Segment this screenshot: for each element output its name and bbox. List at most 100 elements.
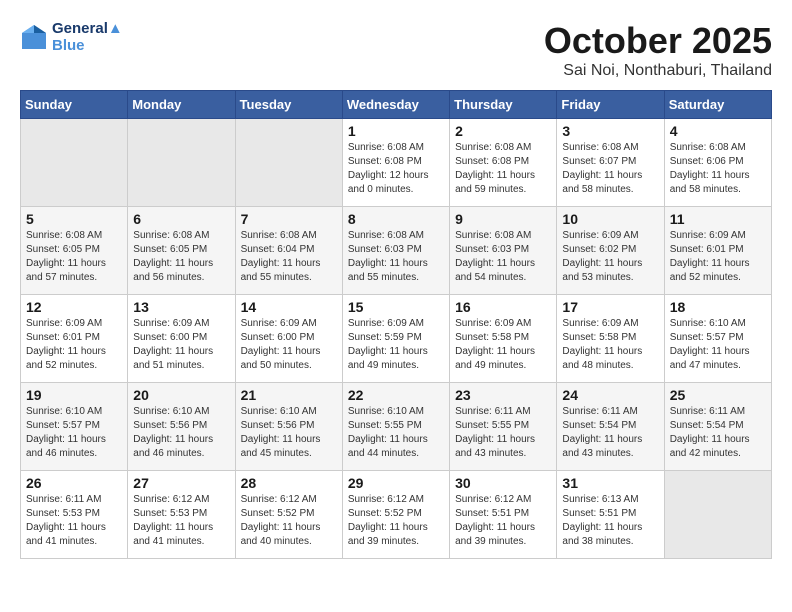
calendar-day-14: 14 Sunrise: 6:09 AM Sunset: 6:00 PM Dayli… (235, 295, 342, 383)
day-info: Sunrise: 6:10 AM Sunset: 5:55 PM Dayligh… (348, 405, 444, 461)
day-info: Sunrise: 6:12 AM Sunset: 5:52 PM Dayligh… (241, 493, 337, 549)
day-number: 3 (562, 123, 658, 139)
calendar-day-27: 27 Sunrise: 6:12 AM Sunset: 5:53 PM Dayli… (128, 471, 235, 559)
calendar-day-12: 12 Sunrise: 6:09 AM Sunset: 6:01 PM Dayli… (21, 295, 128, 383)
day-info: Sunrise: 6:11 AM Sunset: 5:53 PM Dayligh… (26, 493, 122, 549)
day-number: 6 (133, 211, 229, 227)
month-title: October 2025 (544, 20, 772, 62)
day-number: 17 (562, 299, 658, 315)
calendar-day-26: 26 Sunrise: 6:11 AM Sunset: 5:53 PM Dayli… (21, 471, 128, 559)
day-info: Sunrise: 6:08 AM Sunset: 6:06 PM Dayligh… (670, 141, 766, 197)
day-number: 29 (348, 475, 444, 491)
title-section: October 2025 Sai Noi, Nonthaburi, Thaila… (544, 20, 772, 80)
logo: General▲ Blue (20, 20, 123, 54)
calendar-day-8: 8Sunrise: 6:08 AM Sunset: 6:03 PM Daylig… (342, 207, 449, 295)
calendar-day-28: 28Sunrise: 6:12 AM Sunset: 5:52 PM Dayli… (235, 471, 342, 559)
calendar-week-row: 1 Sunrise: 6:08 AM Sunset: 6:08 PM Daylig… (21, 119, 772, 207)
day-info: Sunrise: 6:09 AM Sunset: 6:01 PM Dayligh… (670, 229, 766, 285)
day-info: Sunrise: 6:10 AM Sunset: 5:57 PM Dayligh… (26, 405, 122, 461)
day-number: 26 (26, 475, 122, 491)
location-subtitle: Sai Noi, Nonthaburi, Thailand (544, 62, 772, 80)
day-number: 21 (241, 387, 337, 403)
day-number: 23 (455, 387, 551, 403)
day-number: 18 (670, 299, 766, 315)
day-info: Sunrise: 6:09 AM Sunset: 6:01 PM Dayligh… (26, 317, 122, 373)
calendar-day-30: 30 Sunrise: 6:12 AM Sunset: 5:51 PM Dayli… (450, 471, 557, 559)
calendar-day-25: 25 Sunrise: 6:11 AM Sunset: 5:54 PM Dayli… (664, 383, 771, 471)
calendar-table: SundayMondayTuesdayWednesdayThursdayFrid… (20, 90, 772, 559)
day-info: Sunrise: 6:09 AM Sunset: 5:58 PM Dayligh… (455, 317, 551, 373)
day-number: 12 (26, 299, 122, 315)
day-info: Sunrise: 6:09 AM Sunset: 6:00 PM Dayligh… (133, 317, 229, 373)
weekday-header-tuesday: Tuesday (235, 91, 342, 119)
day-info: Sunrise: 6:08 AM Sunset: 6:04 PM Dayligh… (241, 229, 337, 285)
day-info: Sunrise: 6:08 AM Sunset: 6:05 PM Dayligh… (133, 229, 229, 285)
day-info: Sunrise: 6:08 AM Sunset: 6:07 PM Dayligh… (562, 141, 658, 197)
calendar-empty-cell (664, 471, 771, 559)
calendar-week-row: 12 Sunrise: 6:09 AM Sunset: 6:01 PM Dayli… (21, 295, 772, 383)
calendar-day-29: 29 Sunrise: 6:12 AM Sunset: 5:52 PM Dayli… (342, 471, 449, 559)
calendar-day-7: 7 Sunrise: 6:08 AM Sunset: 6:04 PM Daylig… (235, 207, 342, 295)
day-number: 2 (455, 123, 551, 139)
calendar-week-row: 5 Sunrise: 6:08 AM Sunset: 6:05 PM Daylig… (21, 207, 772, 295)
calendar-day-18: 18 Sunrise: 6:10 AM Sunset: 5:57 PM Dayli… (664, 295, 771, 383)
day-number: 19 (26, 387, 122, 403)
day-number: 5 (26, 211, 122, 227)
calendar-day-10: 10Sunrise: 6:09 AM Sunset: 6:02 PM Dayli… (557, 207, 664, 295)
calendar-day-22: 22 Sunrise: 6:10 AM Sunset: 5:55 PM Dayli… (342, 383, 449, 471)
calendar-day-24: 24Sunrise: 6:11 AM Sunset: 5:54 PM Dayli… (557, 383, 664, 471)
weekday-header-wednesday: Wednesday (342, 91, 449, 119)
day-info: Sunrise: 6:10 AM Sunset: 5:56 PM Dayligh… (133, 405, 229, 461)
day-number: 30 (455, 475, 551, 491)
calendar-day-1: 1 Sunrise: 6:08 AM Sunset: 6:08 PM Daylig… (342, 119, 449, 207)
calendar-day-3: 3 Sunrise: 6:08 AM Sunset: 6:07 PM Daylig… (557, 119, 664, 207)
day-number: 22 (348, 387, 444, 403)
calendar-day-31: 31Sunrise: 6:13 AM Sunset: 5:51 PM Dayli… (557, 471, 664, 559)
day-info: Sunrise: 6:10 AM Sunset: 5:57 PM Dayligh… (670, 317, 766, 373)
day-info: Sunrise: 6:08 AM Sunset: 6:03 PM Dayligh… (455, 229, 551, 285)
calendar-day-4: 4Sunrise: 6:08 AM Sunset: 6:06 PM Daylig… (664, 119, 771, 207)
day-info: Sunrise: 6:08 AM Sunset: 6:08 PM Dayligh… (455, 141, 551, 197)
calendar-day-16: 16 Sunrise: 6:09 AM Sunset: 5:58 PM Dayli… (450, 295, 557, 383)
calendar-day-6: 6 Sunrise: 6:08 AM Sunset: 6:05 PM Daylig… (128, 207, 235, 295)
weekday-header-friday: Friday (557, 91, 664, 119)
calendar-day-11: 11 Sunrise: 6:09 AM Sunset: 6:01 PM Dayli… (664, 207, 771, 295)
day-number: 11 (670, 211, 766, 227)
day-info: Sunrise: 6:12 AM Sunset: 5:51 PM Dayligh… (455, 493, 551, 549)
calendar-day-15: 15 Sunrise: 6:09 AM Sunset: 5:59 PM Dayli… (342, 295, 449, 383)
day-info: Sunrise: 6:12 AM Sunset: 5:53 PM Dayligh… (133, 493, 229, 549)
calendar-empty-cell (235, 119, 342, 207)
day-info: Sunrise: 6:11 AM Sunset: 5:54 PM Dayligh… (670, 405, 766, 461)
weekday-header-saturday: Saturday (664, 91, 771, 119)
weekday-header-sunday: Sunday (21, 91, 128, 119)
calendar-header-row: SundayMondayTuesdayWednesdayThursdayFrid… (21, 91, 772, 119)
day-info: Sunrise: 6:09 AM Sunset: 6:00 PM Dayligh… (241, 317, 337, 373)
day-number: 14 (241, 299, 337, 315)
day-number: 7 (241, 211, 337, 227)
calendar-week-row: 26 Sunrise: 6:11 AM Sunset: 5:53 PM Dayli… (21, 471, 772, 559)
day-info: Sunrise: 6:11 AM Sunset: 5:55 PM Dayligh… (455, 405, 551, 461)
logo-icon (20, 23, 48, 51)
calendar-day-21: 21Sunrise: 6:10 AM Sunset: 5:56 PM Dayli… (235, 383, 342, 471)
calendar-empty-cell (128, 119, 235, 207)
day-info: Sunrise: 6:09 AM Sunset: 6:02 PM Dayligh… (562, 229, 658, 285)
calendar-day-20: 20 Sunrise: 6:10 AM Sunset: 5:56 PM Dayli… (128, 383, 235, 471)
day-number: 16 (455, 299, 551, 315)
weekday-header-monday: Monday (128, 91, 235, 119)
day-number: 27 (133, 475, 229, 491)
day-number: 20 (133, 387, 229, 403)
calendar-day-19: 19 Sunrise: 6:10 AM Sunset: 5:57 PM Dayli… (21, 383, 128, 471)
day-number: 25 (670, 387, 766, 403)
day-number: 8 (348, 211, 444, 227)
calendar-day-2: 2 Sunrise: 6:08 AM Sunset: 6:08 PM Daylig… (450, 119, 557, 207)
day-info: Sunrise: 6:12 AM Sunset: 5:52 PM Dayligh… (348, 493, 444, 549)
calendar-day-17: 17Sunrise: 6:09 AM Sunset: 5:58 PM Dayli… (557, 295, 664, 383)
day-info: Sunrise: 6:11 AM Sunset: 5:54 PM Dayligh… (562, 405, 658, 461)
day-number: 1 (348, 123, 444, 139)
day-number: 15 (348, 299, 444, 315)
day-info: Sunrise: 6:08 AM Sunset: 6:05 PM Dayligh… (26, 229, 122, 285)
calendar-day-5: 5 Sunrise: 6:08 AM Sunset: 6:05 PM Daylig… (21, 207, 128, 295)
calendar-week-row: 19 Sunrise: 6:10 AM Sunset: 5:57 PM Dayli… (21, 383, 772, 471)
day-info: Sunrise: 6:09 AM Sunset: 5:59 PM Dayligh… (348, 317, 444, 373)
day-info: Sunrise: 6:08 AM Sunset: 6:08 PM Dayligh… (348, 141, 444, 197)
